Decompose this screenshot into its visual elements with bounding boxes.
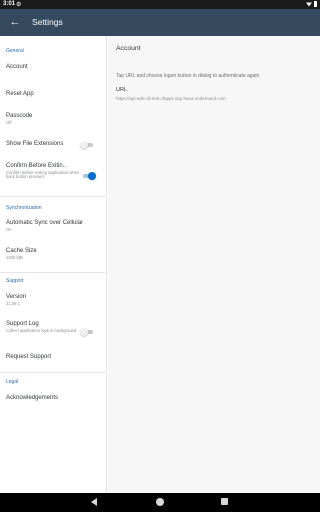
- setting-passcode[interactable]: Passcode Off: [6, 113, 101, 125]
- url-label: URL: [116, 87, 128, 93]
- account-detail-pane: Account Tap URL and choose logon button …: [108, 36, 320, 493]
- section-divider: [0, 272, 107, 273]
- setting-request-support-label: Request Support: [6, 354, 52, 360]
- setting-account-label: Account: [6, 64, 28, 70]
- setting-automatic-sync-label: Automatic Sync over Cellular: [6, 220, 84, 226]
- setting-confirm-before-exit-description: Confirm before exiting application when …: [6, 169, 80, 180]
- section-divider: [0, 372, 107, 373]
- settings-gear-icon: ⚙: [16, 2, 22, 8]
- settings-list: General Account Reset App Passcode Off S…: [0, 36, 107, 493]
- setting-version: Version 21.09.1: [6, 294, 101, 306]
- section-header-support: Support: [6, 278, 24, 284]
- show-file-extensions-toggle[interactable]: [80, 141, 94, 149]
- setting-support-log-label: Support Log: [6, 321, 39, 327]
- section-divider: [0, 196, 107, 197]
- setting-reset-app[interactable]: Reset App: [6, 91, 101, 97]
- setting-cache-size-value: 1000 MB: [6, 254, 23, 260]
- setting-version-label: Version: [6, 294, 27, 300]
- detail-title: Account: [116, 45, 141, 52]
- nav-home-icon[interactable]: [156, 498, 164, 506]
- setting-acknowledgements-label: Acknowledgements: [6, 395, 59, 401]
- setting-version-value: 21.09.1: [6, 300, 20, 306]
- app-bar: ← Settings: [0, 9, 320, 36]
- setting-reset-app-label: Reset App: [6, 91, 34, 97]
- setting-support-log-description: Collect application logs in background: [6, 327, 77, 333]
- arrow-back-icon[interactable]: ←: [8, 15, 22, 29]
- setting-confirm-before-exit[interactable]: Confirm Before Exitin.. Confirm before e…: [6, 163, 82, 180]
- setting-support-log[interactable]: Support Log Collect application logs in …: [6, 321, 78, 333]
- toggle-thumb: [88, 172, 96, 180]
- status-icons: [306, 1, 317, 7]
- battery-icon: [314, 1, 317, 7]
- detail-instructions: Tap URL and choose logon button in dialo…: [116, 73, 260, 79]
- confirm-before-exit-toggle[interactable]: [82, 172, 96, 180]
- wifi-icon: [306, 2, 312, 7]
- nav-recents-icon[interactable]: [221, 498, 228, 505]
- url-link[interactable]: https://api-sdm-di-test.cfapps.sap.hana.…: [116, 96, 226, 101]
- status-time: 3:01: [3, 1, 16, 7]
- section-header-legal: Legal: [6, 379, 19, 385]
- setting-request-support[interactable]: Request Support: [6, 354, 101, 360]
- system-navigation-bar: [0, 493, 320, 512]
- setting-confirm-before-exit-label: Confirm Before Exitin..: [6, 163, 67, 169]
- setting-cache-size[interactable]: Cache Size 1000 MB: [6, 248, 101, 260]
- nav-back-icon[interactable]: [91, 498, 97, 506]
- toggle-thumb: [80, 141, 88, 149]
- setting-account[interactable]: Account: [6, 64, 101, 70]
- setting-passcode-value: Off: [6, 119, 12, 125]
- status-bar: 3:01 ⚙: [0, 0, 320, 9]
- setting-automatic-sync-value: On: [6, 226, 12, 232]
- setting-acknowledgements[interactable]: Acknowledgements: [6, 395, 101, 401]
- setting-passcode-label: Passcode: [6, 113, 33, 119]
- support-log-toggle[interactable]: [80, 328, 94, 336]
- setting-cache-size-label: Cache Size: [6, 248, 37, 254]
- section-header-synchronization: Synchronization: [6, 205, 42, 211]
- page-title: Settings: [32, 17, 63, 27]
- toggle-thumb: [80, 328, 88, 336]
- section-header-general: General: [6, 48, 24, 54]
- setting-automatic-sync[interactable]: Automatic Sync over Cellular On: [6, 220, 101, 232]
